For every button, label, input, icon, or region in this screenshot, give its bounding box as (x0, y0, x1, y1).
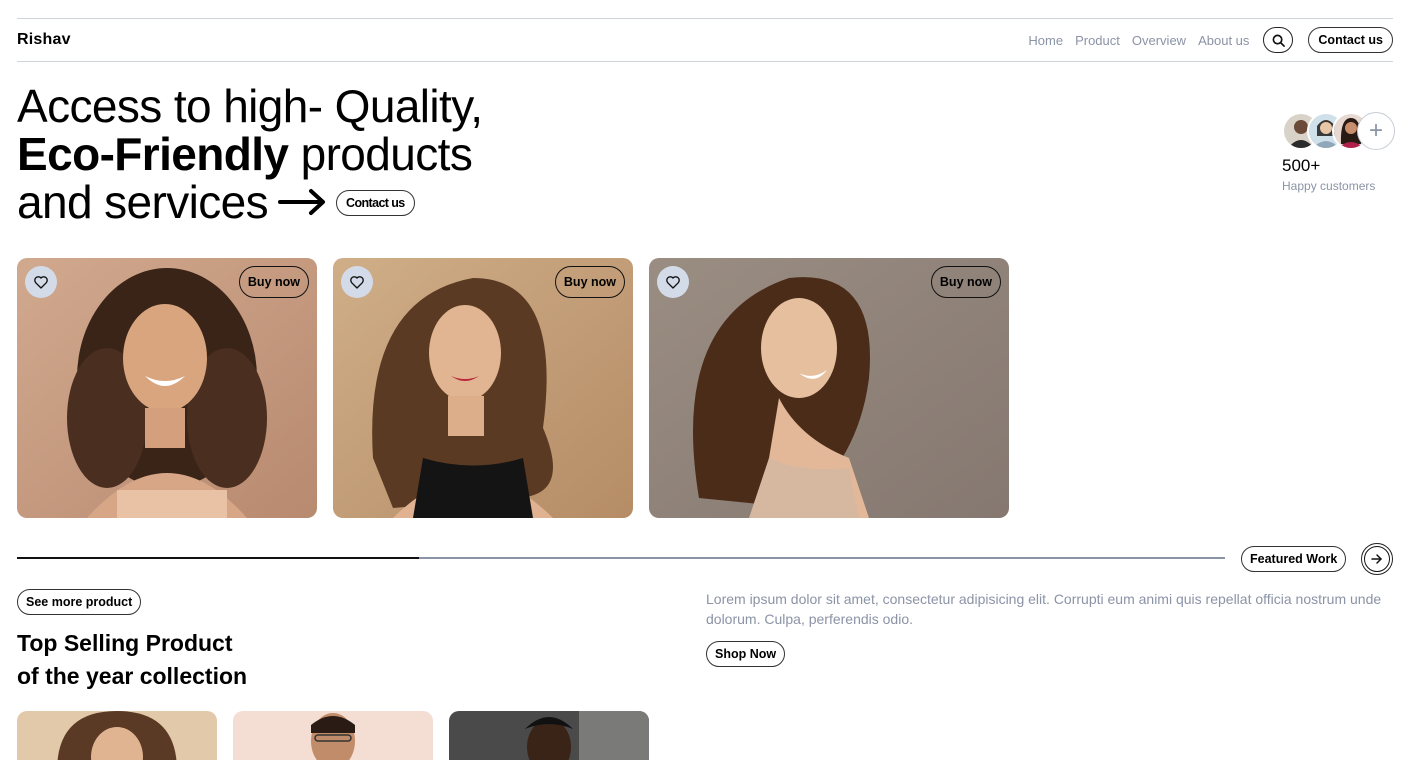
section-title: Top Selling Product of the year collecti… (17, 627, 247, 693)
arrow-right-icon (278, 189, 326, 215)
section-description: Lorem ipsum dolor sit amet, consectetur … (706, 591, 1382, 627)
product-card[interactable]: Buy now (333, 258, 633, 518)
hero-heading: Access to high- Quality, Eco-Friendly pr… (17, 82, 617, 226)
see-more-product-button[interactable]: See more product (17, 589, 142, 615)
product-card[interactable]: Buy now (649, 258, 1009, 518)
buy-now-button[interactable]: Buy now (930, 266, 1001, 298)
customer-label: Happy customers (1282, 179, 1376, 193)
nav-home[interactable]: Home (1028, 33, 1063, 48)
product-thumbnail[interactable] (17, 711, 217, 760)
add-customer-icon[interactable]: + (1357, 112, 1395, 150)
favorite-button[interactable] (25, 266, 57, 298)
buy-now-button[interactable]: Buy now (554, 266, 625, 298)
nav-about-us[interactable]: About us (1198, 33, 1249, 48)
carousel-progress[interactable] (17, 557, 1225, 559)
hero-line-3: and services Contact us (17, 178, 617, 226)
hero-contact-button[interactable]: Contact us (336, 190, 415, 216)
carousel-progress-fill (17, 557, 420, 559)
product-card[interactable]: Buy now (17, 258, 317, 518)
section-title-line-1: Top Selling Product (17, 630, 233, 656)
avatar-group: + (1282, 112, 1402, 150)
header: Rishav Home Product Overview About us Co… (17, 19, 1393, 62)
customer-count: 500+ (1282, 156, 1321, 175)
shop-now-button[interactable]: Shop Now (706, 641, 786, 667)
nav-product[interactable]: Product (1075, 33, 1120, 48)
hero-line-1: Access to high- Quality, (17, 80, 483, 132)
featured-work-button[interactable]: Featured Work (1241, 546, 1347, 572)
hero-line-2: Eco-Friendly products (17, 130, 617, 178)
main-nav: Home Product Overview About us Contact u… (1028, 27, 1393, 53)
hero-line-3-text: and services (17, 176, 269, 228)
search-icon (1272, 34, 1285, 47)
heart-icon (34, 276, 48, 289)
favorite-button[interactable] (341, 266, 373, 298)
contact-us-button[interactable]: Contact us (1308, 27, 1393, 53)
brand-logo[interactable]: Rishav (17, 31, 71, 49)
favorite-button[interactable] (657, 266, 689, 298)
nav-overview[interactable]: Overview (1132, 33, 1186, 48)
buy-now-button[interactable]: Buy now (238, 266, 309, 298)
section-title-line-2: of the year collection (17, 663, 248, 689)
hero-bold-text: Eco-Friendly (17, 128, 289, 180)
search-button[interactable] (1263, 27, 1294, 53)
heart-icon (666, 276, 680, 289)
product-thumbnail[interactable] (449, 711, 649, 760)
next-button-inner (1364, 546, 1390, 572)
customers-widget: + 500+ Happy customers (1282, 112, 1402, 193)
product-thumbnail[interactable] (233, 711, 433, 760)
hero-line-2-rest: products (288, 128, 473, 180)
arrow-right-icon (1371, 554, 1382, 564)
heart-icon (350, 276, 364, 289)
next-button[interactable] (1361, 543, 1393, 575)
